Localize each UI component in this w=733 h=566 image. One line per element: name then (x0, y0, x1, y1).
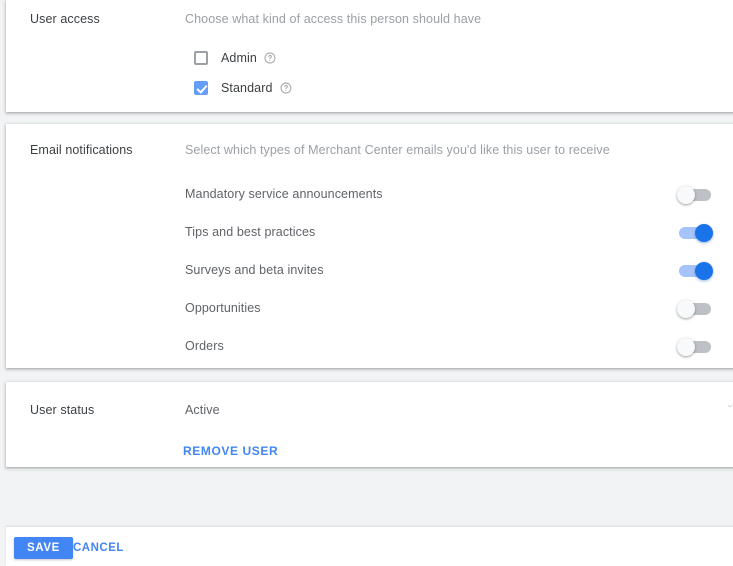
admin-checkbox[interactable] (194, 51, 208, 65)
toggle-knob (677, 186, 695, 204)
toggle-opportunities[interactable] (677, 300, 713, 318)
toggle-tips-and-best-practices[interactable] (677, 224, 713, 242)
user-access-description: Choose what kind of access this person s… (185, 12, 482, 26)
notification-label: Tips and best practices (185, 225, 316, 239)
notification-label: Orders (185, 339, 224, 353)
notification-row: Tips and best practices (185, 222, 733, 244)
toggle-knob (677, 338, 695, 356)
notification-label: Surveys and beta invites (185, 263, 324, 277)
chevron-down-icon[interactable] (726, 402, 733, 410)
standard-checkbox[interactable] (194, 81, 208, 95)
email-notifications-card: Email notifications Select which types o… (6, 124, 733, 368)
save-button[interactable]: SAVE (14, 537, 73, 559)
notification-label: Opportunities (185, 301, 261, 315)
notification-row: Orders (185, 336, 733, 358)
remove-user-button[interactable]: REMOVE USER (183, 444, 278, 458)
admin-checkbox-label: Admin (221, 51, 257, 65)
notification-row: Surveys and beta invites (185, 260, 733, 282)
user-access-section-label: User access (30, 12, 100, 26)
access-option-standard[interactable]: Standard (194, 79, 292, 97)
toggle-knob (677, 300, 695, 318)
toggle-knob (695, 262, 713, 280)
toggle-knob (695, 224, 713, 242)
settings-page: User access Choose what kind of access t… (0, 0, 733, 566)
email-notifications-section-label: Email notifications (30, 143, 133, 157)
cancel-button[interactable]: CANCEL (73, 542, 124, 554)
access-option-admin[interactable]: Admin (194, 49, 276, 67)
user-status-value[interactable]: Active (185, 403, 220, 417)
user-status-card: User status Active (6, 382, 733, 467)
help-circle-icon[interactable] (280, 82, 292, 94)
email-notifications-description: Select which types of Merchant Center em… (185, 143, 610, 157)
toggle-orders[interactable] (677, 338, 713, 356)
toggle-surveys-and-beta-invites[interactable] (677, 262, 713, 280)
standard-checkbox-label: Standard (221, 81, 273, 95)
user-access-card: User access Choose what kind of access t… (6, 0, 733, 112)
notification-label: Mandatory service announcements (185, 187, 383, 201)
notification-row: Mandatory service announcements (185, 184, 733, 206)
toggle-mandatory-service-announcements[interactable] (677, 186, 713, 204)
help-circle-icon[interactable] (264, 52, 276, 64)
notification-row: Opportunities (185, 298, 733, 320)
user-status-section-label: User status (30, 403, 95, 417)
